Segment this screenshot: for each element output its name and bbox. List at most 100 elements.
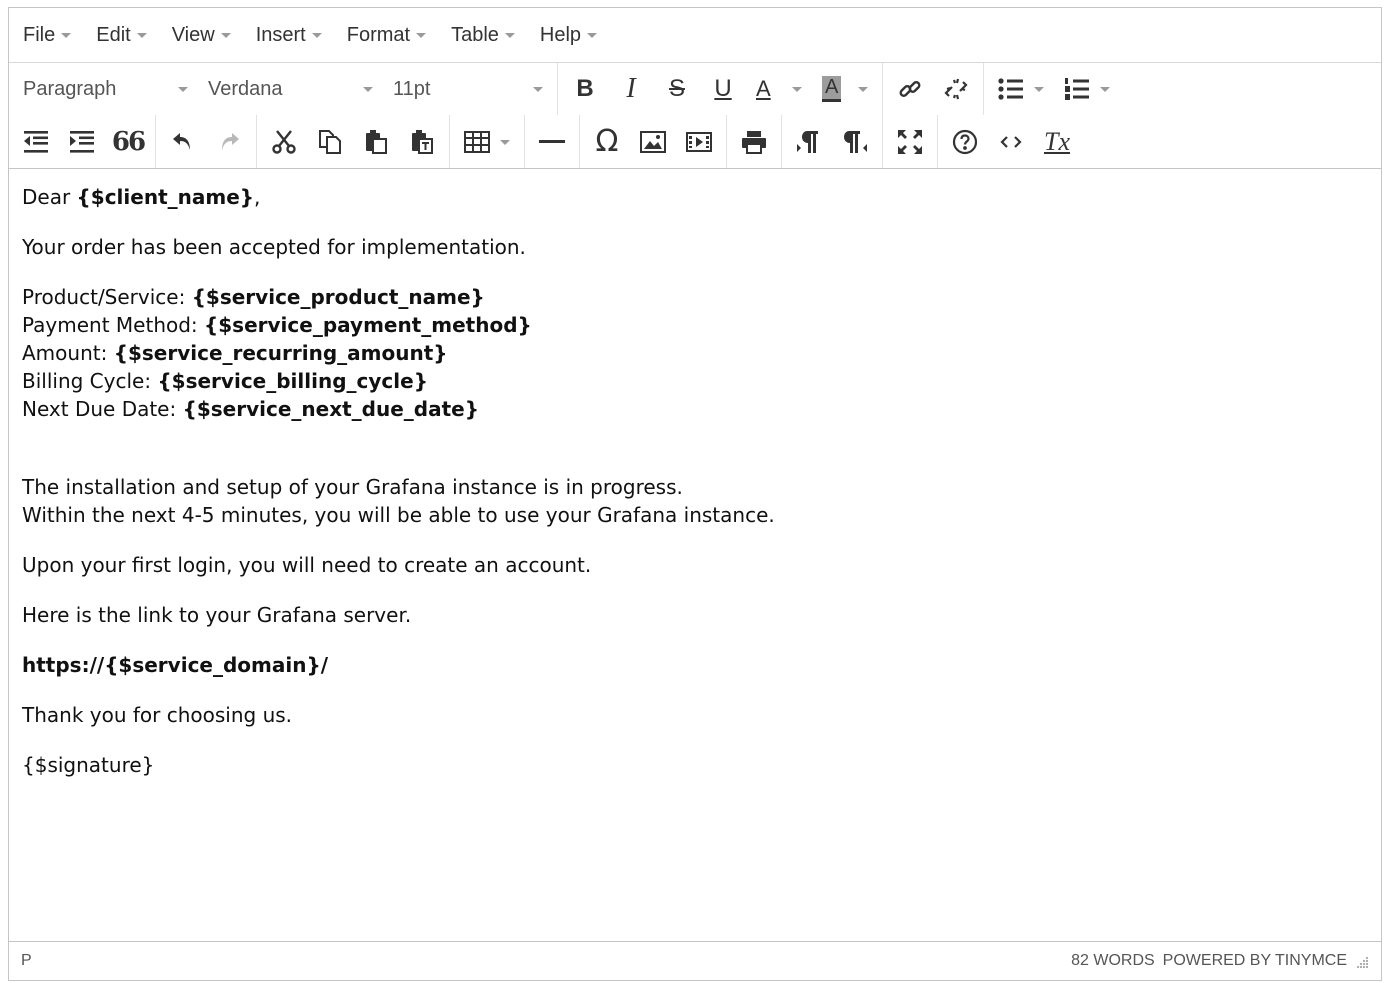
outdent-button[interactable] xyxy=(13,122,59,162)
special-character-button[interactable]: Ω xyxy=(584,122,630,162)
detail-line: Billing Cycle: {$service_billing_cycle} xyxy=(22,367,1368,395)
font-family-select[interactable]: Verdana xyxy=(198,69,383,109)
toolbar-group-history xyxy=(156,115,257,168)
print-button[interactable] xyxy=(731,122,777,162)
bullet-list-icon xyxy=(998,78,1023,100)
strikethrough-button[interactable]: S xyxy=(654,69,700,109)
installation-block: The installation and setup of your Grafa… xyxy=(22,473,1368,529)
redo-button[interactable] xyxy=(206,122,252,162)
menu-edit-label: Edit xyxy=(96,23,131,46)
help-button[interactable] xyxy=(942,122,988,162)
greeting-paragraph: Dear {$client_name}, xyxy=(22,183,1368,211)
paste-icon xyxy=(366,129,387,154)
redo-icon xyxy=(222,132,239,150)
printer-icon xyxy=(742,130,766,154)
horizontal-rule-icon xyxy=(539,139,565,143)
chevron-down-icon xyxy=(1100,87,1110,92)
toolbar-group-clipboard xyxy=(257,115,450,168)
menu-table-label: Table xyxy=(451,23,499,46)
chevron-down-icon xyxy=(500,139,510,145)
numbered-list-button[interactable] xyxy=(1054,69,1120,109)
font-size-select[interactable]: 11pt xyxy=(383,69,553,109)
clear-formatting-icon: Tx xyxy=(1044,126,1070,156)
login-paragraph: Upon your first login, you will need to … xyxy=(22,553,592,577)
background-color-button[interactable]: A xyxy=(812,69,878,109)
text-color-icon: A xyxy=(756,76,771,101)
toolbar-group-insert: Ω xyxy=(580,115,727,168)
chevron-down-icon xyxy=(792,87,802,92)
clear-formatting-button[interactable]: Tx xyxy=(1034,122,1080,162)
toolbar-group-misc: Tx xyxy=(938,115,1084,168)
toolbar-group-lists xyxy=(984,63,1124,115)
bullet-list-button[interactable] xyxy=(988,69,1054,109)
powered-by-link[interactable]: POWERED BY TINYMCE xyxy=(1163,952,1347,970)
chevron-down-icon xyxy=(363,86,373,92)
undo-icon xyxy=(173,132,190,150)
menu-help[interactable]: Help xyxy=(532,15,605,55)
element-path[interactable]: P xyxy=(21,952,32,970)
resize-handle-icon[interactable] xyxy=(1355,954,1369,968)
cut-button[interactable] xyxy=(261,122,307,162)
unlink-button[interactable] xyxy=(933,69,979,109)
copy-button[interactable] xyxy=(307,122,353,162)
source-code-button[interactable] xyxy=(988,122,1034,162)
menu-file[interactable]: File xyxy=(15,15,79,55)
client-name-variable: {$client_name} xyxy=(76,185,255,209)
menu-edit[interactable]: Edit xyxy=(88,15,154,55)
menu-insert-label: Insert xyxy=(255,23,306,46)
detail-variable: {$service_product_name} xyxy=(191,285,485,309)
toolbar-group-text-style: B I S U A A xyxy=(558,63,883,115)
table-button[interactable] xyxy=(454,122,520,162)
fullscreen-button[interactable] xyxy=(887,122,933,162)
unlink-icon xyxy=(944,78,968,100)
signature-variable: {$signature} xyxy=(22,753,155,777)
thanks-paragraph: Thank you for choosing us. xyxy=(22,703,293,727)
chevron-down-icon xyxy=(504,32,515,38)
insert-media-button[interactable] xyxy=(676,122,722,162)
blockquote-button[interactable]: 66 xyxy=(105,122,151,162)
insert-image-button[interactable] xyxy=(630,122,676,162)
installation-line: The installation and setup of your Grafa… xyxy=(22,475,683,499)
menu-file-label: File xyxy=(23,23,56,46)
indent-button[interactable] xyxy=(59,122,105,162)
word-count[interactable]: 82 WORDS xyxy=(1071,952,1155,970)
order-details-block: Product/Service: {$service_product_name}… xyxy=(22,283,1368,423)
menu-view[interactable]: View xyxy=(164,15,239,55)
statusbar-right: 82 WORDS POWERED BY TINYMCE xyxy=(1071,952,1369,970)
detail-label: Billing Cycle: xyxy=(22,369,158,393)
rtl-button[interactable] xyxy=(832,122,878,162)
paste-button[interactable] xyxy=(353,122,399,162)
undo-button[interactable] xyxy=(160,122,206,162)
text-color-button[interactable]: A xyxy=(746,69,812,109)
insert-link-button[interactable] xyxy=(887,69,933,109)
rich-text-editor: File Edit View Insert Format Table Help … xyxy=(8,7,1382,981)
chevron-down-icon xyxy=(220,32,231,38)
quote-icon: 66 xyxy=(111,126,146,157)
omega-icon: Ω xyxy=(595,124,619,159)
toolbar-group-print xyxy=(727,115,782,168)
menu-table[interactable]: Table xyxy=(443,15,523,55)
menu-view-label: View xyxy=(171,23,215,46)
toolbar-group-hr xyxy=(525,115,580,168)
font-family-value: Verdana xyxy=(208,77,283,100)
editor-content-area[interactable]: Dear {$client_name}, Your order has been… xyxy=(9,169,1381,941)
order-accepted-paragraph: Your order has been accepted for impleme… xyxy=(22,235,526,259)
link-paragraph: https://{$service_domain}/ xyxy=(22,651,1368,679)
ltr-button[interactable] xyxy=(786,122,832,162)
bold-button[interactable]: B xyxy=(562,69,608,109)
help-icon xyxy=(952,129,978,154)
detail-variable: {$service_payment_method} xyxy=(204,313,532,337)
horizontal-rule-button[interactable] xyxy=(529,122,575,162)
italic-button[interactable]: I xyxy=(608,69,654,109)
underline-button[interactable]: U xyxy=(700,69,746,109)
code-icon xyxy=(1000,135,1022,148)
strikethrough-icon: S xyxy=(668,75,685,102)
block-format-select[interactable]: Paragraph xyxy=(13,69,198,109)
chevron-down-icon xyxy=(858,87,868,92)
paste-as-text-button[interactable] xyxy=(399,122,445,162)
menu-help-label: Help xyxy=(539,23,582,46)
server-link: https://{$service_domain}/ xyxy=(22,653,329,677)
menu-insert[interactable]: Insert xyxy=(248,15,330,55)
menu-format[interactable]: Format xyxy=(339,15,434,55)
installation-line: Within the next 4-5 minutes, you will be… xyxy=(22,503,775,527)
